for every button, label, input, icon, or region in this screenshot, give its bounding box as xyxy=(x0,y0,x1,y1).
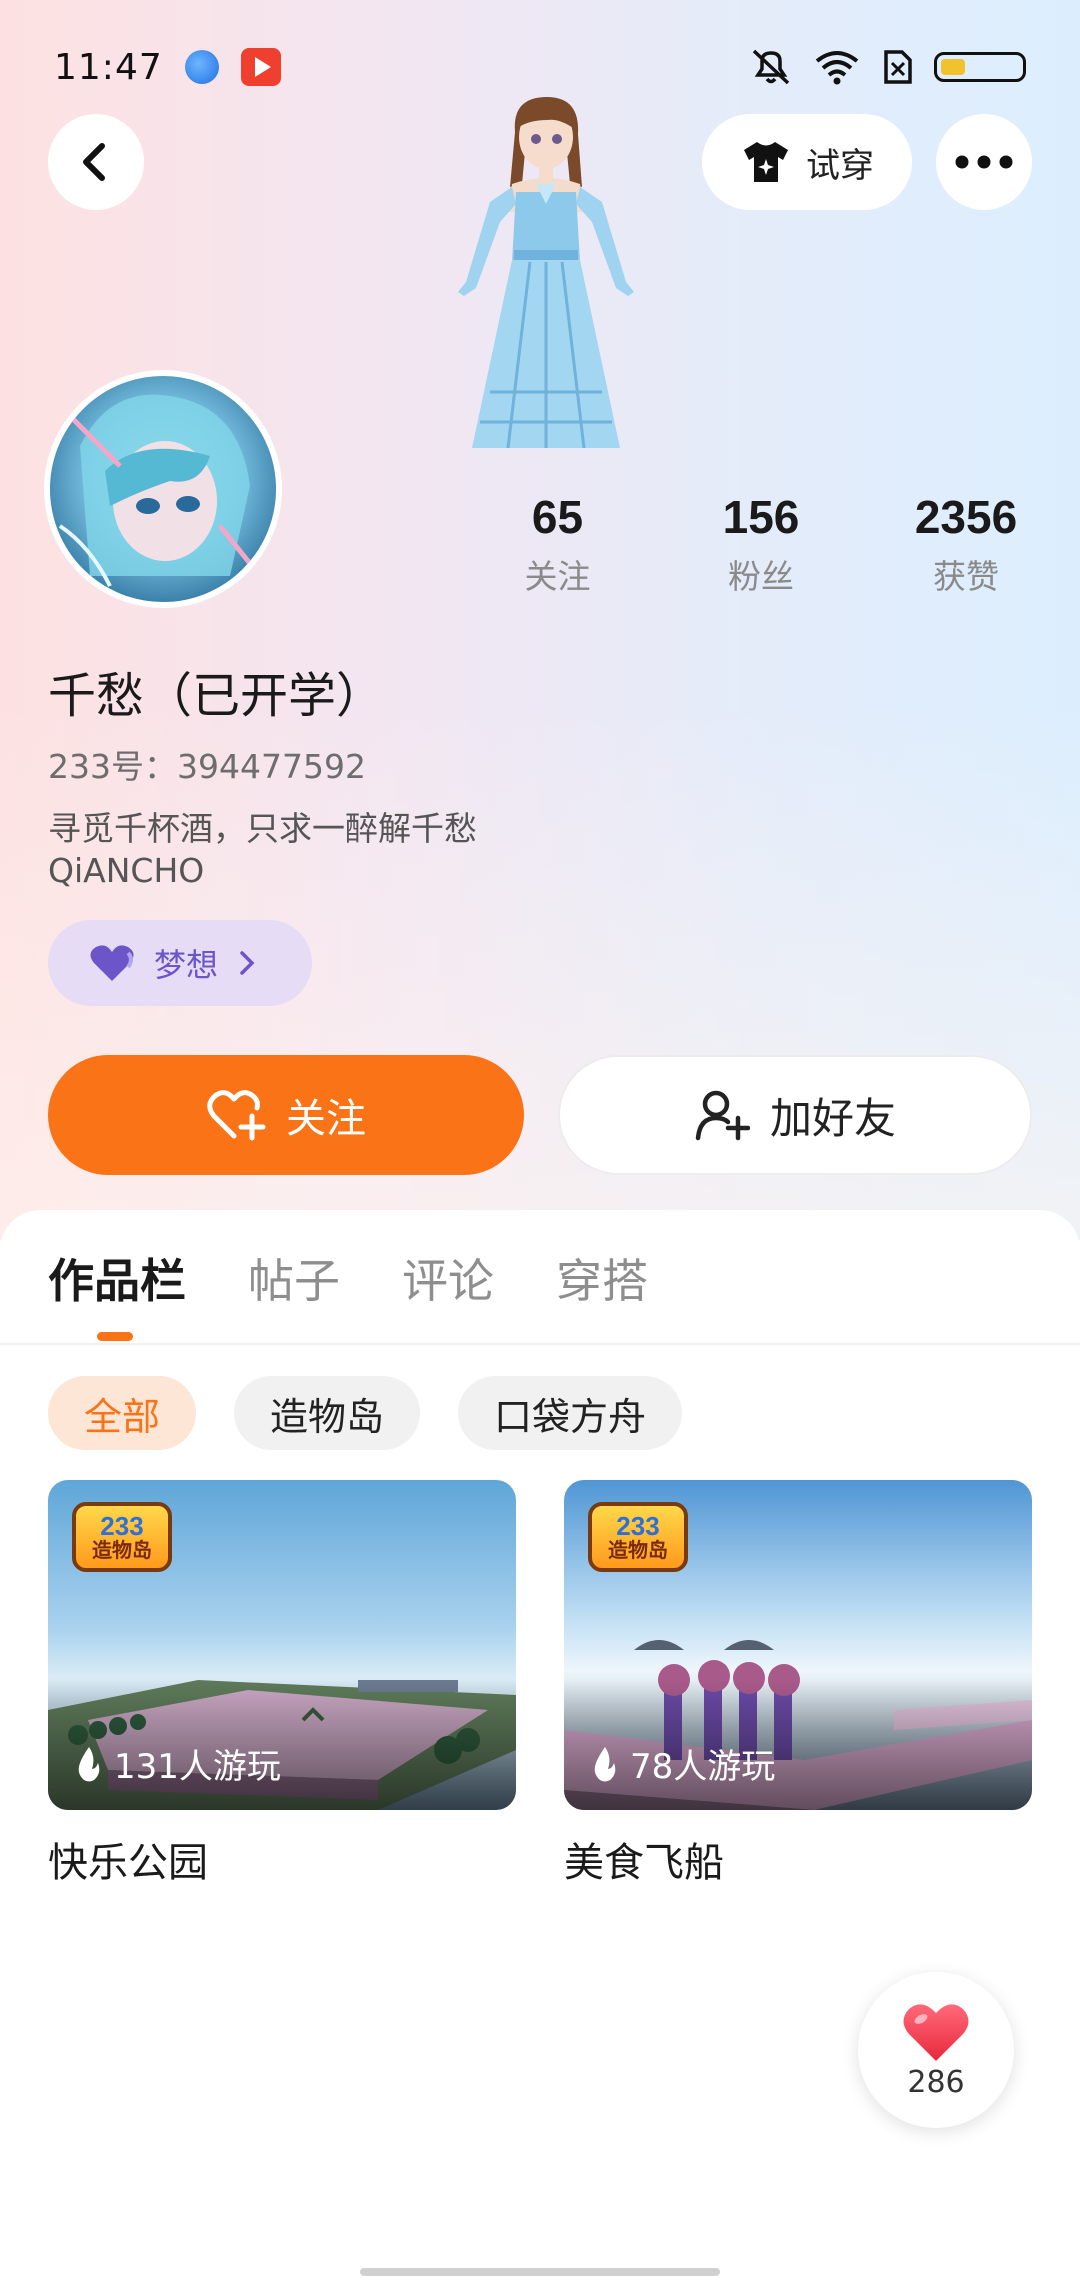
like-count: 286 xyxy=(907,2064,965,2100)
filter-pocket-ark[interactable]: 口袋方舟 xyxy=(458,1376,683,1450)
work-title: 快乐公园 xyxy=(48,1840,208,1886)
user-add-icon xyxy=(695,1090,750,1141)
work-thumbnail: 233 造物岛 78人游玩 xyxy=(564,1480,1032,1810)
heart-icon xyxy=(90,945,134,981)
active-tab-indicator xyxy=(97,1332,133,1341)
stat-label: 粉丝 xyxy=(728,557,794,596)
profile-tabs: 作品栏 帖子 评论 穿搭 xyxy=(48,1245,648,1325)
bio-line: 寻觅千杯酒，只求一醉解千愁 xyxy=(48,809,477,848)
try-on-button[interactable]: 试穿 xyxy=(702,114,912,210)
work-card[interactable]: 233 造物岛 78人游玩 美食飞船 xyxy=(564,1480,1032,1888)
flame-icon xyxy=(78,1746,100,1781)
tab-works[interactable]: 作品栏 xyxy=(48,1245,186,1325)
work-card[interactable]: 233 造物岛 131人游玩 快乐公园 xyxy=(48,1480,516,1888)
filter-all[interactable]: 全部 xyxy=(48,1376,197,1450)
work-thumbnail: 233 造物岛 131人游玩 xyxy=(48,1480,516,1810)
stat-label: 关注 xyxy=(524,557,591,596)
avatar-portrait-illustration xyxy=(58,394,262,587)
sim-icon xyxy=(884,50,912,84)
profile-name: 千愁（已开学） xyxy=(48,668,385,724)
stat-likes-received[interactable]: 2356 获赞 xyxy=(887,490,1045,598)
home-indicator[interactable] xyxy=(360,2268,720,2276)
profile-uid[interactable]: 233号：394477592 xyxy=(48,740,366,788)
work-title: 美食飞船 xyxy=(564,1840,724,1886)
dream-tag[interactable]: 梦想 xyxy=(48,920,312,1006)
badge-text: 造物岛 xyxy=(608,1540,668,1562)
shirt-icon xyxy=(744,142,788,182)
tab-outfits[interactable]: 穿搭 xyxy=(556,1245,648,1325)
player-count-text: 131人游玩 xyxy=(114,1747,281,1787)
tab-divider xyxy=(0,1343,1080,1345)
bio-line: QiANCHO xyxy=(48,851,205,890)
mute-icon xyxy=(752,49,790,85)
status-bar: 11:47 xyxy=(54,38,1026,96)
badge-number: 233 xyxy=(100,1511,144,1541)
stat-following[interactable]: 65 关注 xyxy=(480,490,635,598)
creation-island-badge: 233 造物岛 xyxy=(72,1502,172,1572)
chevron-right-icon xyxy=(240,951,255,975)
video-app-icon xyxy=(240,48,281,86)
more-button[interactable] xyxy=(936,114,1032,210)
follow-button[interactable]: 关注 xyxy=(48,1055,524,1175)
add-friend-label: 加好友 xyxy=(769,1093,896,1143)
like-button[interactable]: 286 xyxy=(858,1972,1014,2128)
creation-island-badge: 233 造物岛 xyxy=(588,1502,688,1572)
badge-text: 造物岛 xyxy=(92,1540,152,1562)
avatar-character-illustration xyxy=(458,97,634,448)
tab-comments[interactable]: 评论 xyxy=(402,1245,494,1325)
stat-followers[interactable]: 156 粉丝 xyxy=(635,490,887,598)
works-grid: 233 造物岛 131人游玩 快乐公园 233 造物岛 78人游玩 美食飞船 xyxy=(48,1480,1032,1888)
heart-icon xyxy=(903,2003,969,2061)
player-count: 131人游玩 xyxy=(74,1739,281,1788)
add-friend-button[interactable]: 加好友 xyxy=(558,1055,1032,1175)
try-on-label: 试穿 xyxy=(806,145,874,186)
stat-value: 156 xyxy=(722,491,800,543)
filter-chips: 全部 造物岛 口袋方舟 xyxy=(48,1376,683,1450)
stat-label: 获赞 xyxy=(933,557,999,596)
wifi-icon xyxy=(815,51,859,85)
heart-add-icon xyxy=(207,1090,266,1141)
badge-number: 233 xyxy=(616,1511,660,1541)
battery-icon xyxy=(934,52,1026,82)
stat-value: 2356 xyxy=(914,491,1018,543)
stat-value: 65 xyxy=(531,491,584,543)
profile-stats: 65 关注 156 粉丝 2356 获赞 xyxy=(480,490,1060,598)
flame-icon xyxy=(594,1746,616,1781)
user-avatar[interactable] xyxy=(44,370,282,608)
dream-tag-label: 梦想 xyxy=(154,946,219,984)
status-time: 11:47 xyxy=(54,46,163,88)
app-notification-icon xyxy=(184,50,219,84)
more-dots-icon xyxy=(955,155,1013,169)
filter-creation-island[interactable]: 造物岛 xyxy=(234,1376,421,1450)
player-count: 78人游玩 xyxy=(590,1739,775,1788)
back-button[interactable] xyxy=(48,114,144,210)
follow-label: 关注 xyxy=(286,1096,366,1142)
chevron-left-icon xyxy=(83,143,105,181)
player-count-text: 78人游玩 xyxy=(630,1747,776,1787)
tab-posts[interactable]: 帖子 xyxy=(248,1245,340,1325)
profile-bio: 寻觅千杯酒，只求一醉解千愁 QiANCHO xyxy=(48,808,477,892)
